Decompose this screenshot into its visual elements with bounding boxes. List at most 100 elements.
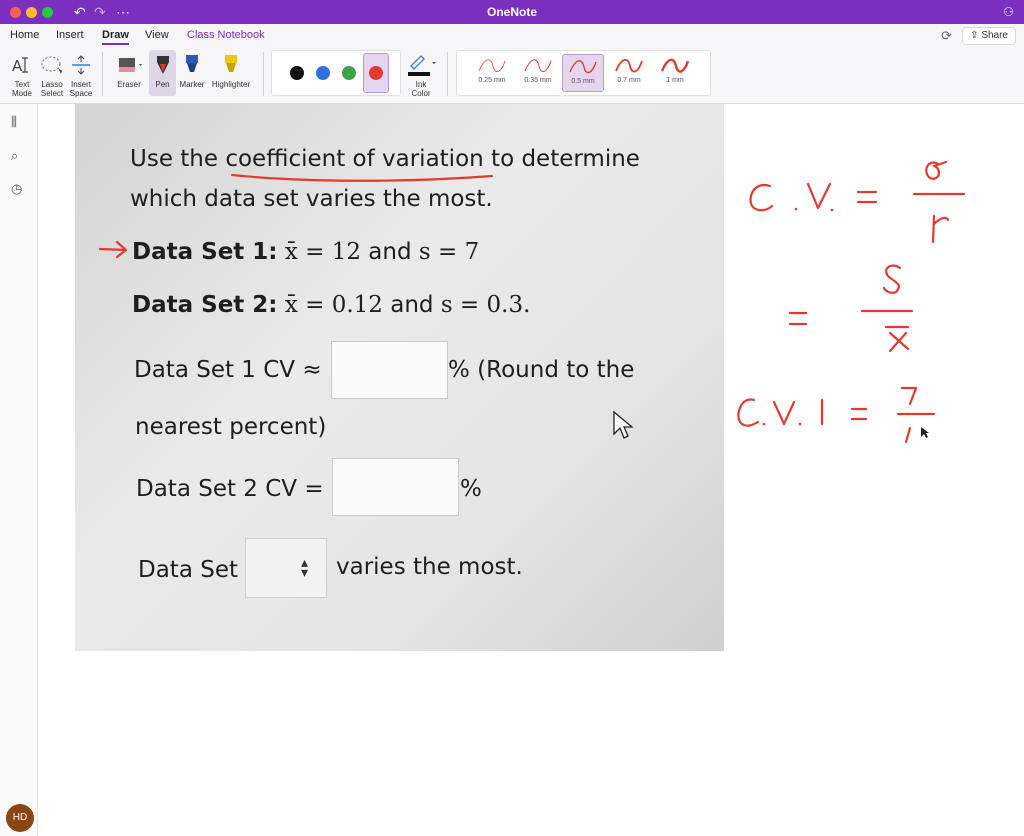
recent-clock-icon[interactable]: ◷ [11, 181, 22, 197]
highlighter-label: Highlighter [211, 80, 251, 89]
ink-color-icon [408, 55, 436, 76]
ink-cv1-v [772, 400, 796, 426]
data-set-2-mean: x̄ = 0.12 [284, 292, 383, 318]
insert-space-icon [72, 55, 90, 75]
question-suffix: to determine [491, 146, 640, 172]
cv1-answer-input[interactable] [331, 341, 448, 399]
cv2-label: Data Set 2 CV = [136, 476, 324, 502]
stroke-size-label: 0.7 mm [617, 77, 641, 84]
avatar[interactable]: HD [6, 804, 34, 832]
stroke-size-label: 0.25 mm [478, 77, 506, 84]
tab-insert[interactable]: Insert [56, 29, 84, 41]
question-prefix: Use the [130, 146, 219, 172]
ink-cv-v [806, 182, 832, 210]
tab-class-notebook[interactable]: Class Notebook [187, 29, 265, 41]
eraser-icon [119, 58, 142, 72]
ink-color-button[interactable]: Ink Color [403, 50, 439, 98]
text-mode-label-2: Mode [11, 89, 32, 98]
text-mode-button[interactable]: A Text Mode [8, 50, 36, 98]
share-label: Share [981, 30, 1008, 41]
search-icon[interactable]: ⌕ [11, 148, 18, 164]
insert-space-label-1: Insert [70, 80, 91, 89]
ink-color-label-2: Color [411, 89, 431, 98]
stroke-07-button[interactable]: 0.7 mm [608, 54, 650, 92]
data-set-2-sd: s = 0.3. [440, 292, 531, 318]
ink-cv-c [749, 183, 774, 212]
ink-color-label-1: Ink [415, 80, 427, 89]
highlighter-icon [225, 55, 237, 72]
lasso-icon [41, 56, 62, 74]
share-icon: ⇪ [970, 30, 979, 41]
marker-icon [186, 55, 198, 72]
question-line-1: Use the coefficient of variation to dete… [130, 146, 640, 172]
share-button[interactable]: ⇪ Share [962, 27, 1016, 45]
ink-cv1-c [737, 398, 760, 427]
stroke-1-button[interactable]: 1 mm [654, 54, 696, 92]
cv1-round-note-line-2: nearest percent) [135, 414, 327, 440]
ink-one-denominator [904, 426, 912, 444]
ink-dot [794, 207, 798, 211]
lasso-label-2: Select [40, 89, 64, 98]
stroke-size-label: 1 mm [666, 77, 684, 84]
ink-dot [798, 422, 802, 426]
highlighter-button[interactable]: Highlighter [208, 50, 254, 89]
stroke-squiggle-icon [569, 60, 597, 74]
cv1-round-note: % (Round to the [448, 357, 635, 383]
ribbon-divider [447, 52, 448, 96]
cv2-answer-input[interactable] [332, 458, 459, 516]
ink-dot [830, 208, 834, 212]
pen-cursor-icon [921, 427, 929, 438]
marker-button[interactable]: Marker [178, 50, 206, 89]
ink-equals-1 [856, 190, 878, 204]
ink-equals-2 [788, 311, 808, 326]
marker-label: Marker [179, 80, 205, 89]
data-set-1-line: Data Set 1: x̄ = 12 and s = 7 [132, 239, 479, 265]
data-set-1-label: Data Set 1: [132, 239, 278, 265]
stroke-05-button[interactable]: 0.5 mm [562, 54, 604, 92]
data-set-1-sd: s = 7 [418, 239, 480, 265]
stroke-squiggle-icon [478, 59, 506, 72]
cv-term: coefficient of variation [225, 146, 484, 172]
lasso-select-button[interactable]: Lasso Select [38, 50, 66, 98]
data-set-choice-suffix: varies the most. [336, 554, 523, 580]
ink-s [882, 264, 902, 294]
notebooks-icon[interactable]: ⫼ [11, 114, 17, 130]
ink-seven [900, 386, 918, 406]
onenote-window: ↶ ↷ ⋯ OneNote ⚇ Home Insert Draw View Cl… [0, 0, 1024, 836]
left-navigation-rail: ⫼ ⌕ ◷ HD [0, 104, 38, 836]
color-green-swatch[interactable] [342, 66, 356, 80]
tab-home[interactable]: Home [10, 29, 39, 41]
people-icon[interactable]: ⚇ [1003, 3, 1014, 21]
pasted-question-image: Use the coefficient of variation to dete… [75, 104, 724, 651]
stroke-035-button[interactable]: 0.35 mm [517, 54, 559, 92]
color-red-swatch[interactable] [369, 66, 383, 80]
ink-xbar [884, 325, 910, 353]
data-set-dropdown[interactable]: ▴ ▾ [245, 538, 327, 598]
stroke-squiggle-icon [660, 58, 690, 73]
sync-icon[interactable]: ⟳ [941, 28, 952, 44]
ink-sigma [925, 160, 948, 180]
color-black-swatch[interactable] [290, 66, 304, 80]
lasso-label-1: Lasso [41, 80, 63, 89]
tab-draw[interactable]: Draw [102, 29, 129, 45]
ink-mu [931, 214, 950, 244]
data-set-1-and: and [368, 239, 412, 265]
cv2-percent: % [460, 476, 482, 502]
data-set-2-and: and [390, 292, 434, 318]
eraser-button[interactable]: Eraser [110, 50, 148, 89]
data-set-2-label: Data Set 2: [132, 292, 278, 318]
data-set-2-line: Data Set 2: x̄ = 0.12 and s = 0.3. [132, 292, 530, 318]
pen-color-gallery [271, 50, 401, 96]
insert-space-button[interactable]: Insert Space [67, 50, 95, 98]
stroke-size-label: 0.35 mm [524, 77, 552, 84]
ink-dot [762, 422, 766, 426]
stroke-025-button[interactable]: 0.25 mm [471, 54, 513, 92]
ink-equals-3 [850, 407, 868, 421]
stroke-size-gallery: 0.25 mm 0.35 mm 0.5 mm 0.7 mm 1 mm [456, 50, 711, 96]
tab-view[interactable]: View [145, 29, 169, 41]
dropdown-arrows-icon: ▴ ▾ [300, 554, 308, 580]
color-blue-swatch[interactable] [316, 66, 330, 80]
pen-button[interactable]: Pen [149, 50, 176, 96]
data-set-choice-prefix: Data Set [138, 557, 238, 583]
cv1-label: Data Set 1 CV ≈ [134, 357, 322, 383]
